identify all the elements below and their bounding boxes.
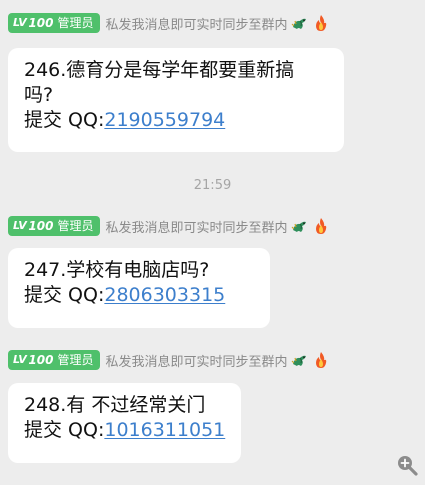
sender-row: LV 100 管理员 私发我消息即可实时同步至群内	[8, 12, 330, 34]
message-text-line: 吗?	[24, 84, 54, 106]
level-badge[interactable]: LV 100 管理员	[8, 13, 100, 33]
message-text-line: 248.有 不过经常关门	[24, 394, 206, 416]
qq-number-link[interactable]: 1016311051	[104, 419, 225, 441]
sender-row: LV 100 管理员 私发我消息即可实时同步至群内	[8, 349, 330, 371]
fire-icon	[315, 15, 326, 31]
message-bubble[interactable]: 248.有 不过经常关门 提交 QQ:1016311051	[8, 383, 241, 463]
qq-prefix: 提交 QQ:	[24, 419, 105, 441]
sender-nickname[interactable]: 私发我消息即可实时同步至群内	[106, 14, 288, 33]
sender-nickname[interactable]: 私发我消息即可实时同步至群内	[106, 217, 288, 236]
timestamp: 21:59	[193, 178, 232, 193]
badge-level-number: 100	[28, 16, 54, 30]
qq-line: 提交 QQ:2806303315	[24, 283, 254, 308]
dragon-icon	[291, 221, 306, 232]
sender-row: LV 100 管理员 私发我消息即可实时同步至群内	[8, 215, 330, 237]
fire-icon	[315, 218, 326, 234]
qq-prefix: 提交 QQ:	[24, 109, 105, 131]
qq-number-link[interactable]: 2806303315	[104, 284, 225, 306]
qq-number-link[interactable]: 2190559794	[104, 109, 225, 131]
badge-lv-text: LV	[13, 353, 27, 366]
badge-level-number: 100	[28, 219, 54, 233]
badge-role: 管理员	[57, 16, 94, 30]
badge-level-number: 100	[28, 353, 54, 367]
badge-lv-text: LV	[13, 219, 27, 232]
zoom-in-icon[interactable]	[396, 454, 418, 476]
sender-nickname[interactable]: 私发我消息即可实时同步至群内	[106, 351, 288, 370]
message-text-line: 247.学校有电脑店吗?	[24, 259, 210, 281]
fire-icon	[315, 352, 326, 368]
qq-line: 提交 QQ:1016311051	[24, 418, 225, 443]
dragon-icon	[291, 355, 306, 366]
qq-prefix: 提交 QQ:	[24, 284, 105, 306]
badge-role: 管理员	[57, 353, 94, 367]
dragon-icon	[291, 18, 306, 29]
message-text-line: 246.德育分是每学年都要重新搞	[24, 59, 295, 81]
message-bubble[interactable]: 247.学校有电脑店吗? 提交 QQ:2806303315	[8, 248, 270, 328]
level-badge[interactable]: LV 100 管理员	[8, 216, 100, 236]
qq-line: 提交 QQ:2190559794	[24, 108, 328, 133]
level-badge[interactable]: LV 100 管理员	[8, 350, 100, 370]
message-bubble[interactable]: 246.德育分是每学年都要重新搞 吗? 提交 QQ:2190559794	[8, 48, 344, 152]
badge-role: 管理员	[57, 219, 94, 233]
badge-lv-text: LV	[13, 16, 27, 29]
